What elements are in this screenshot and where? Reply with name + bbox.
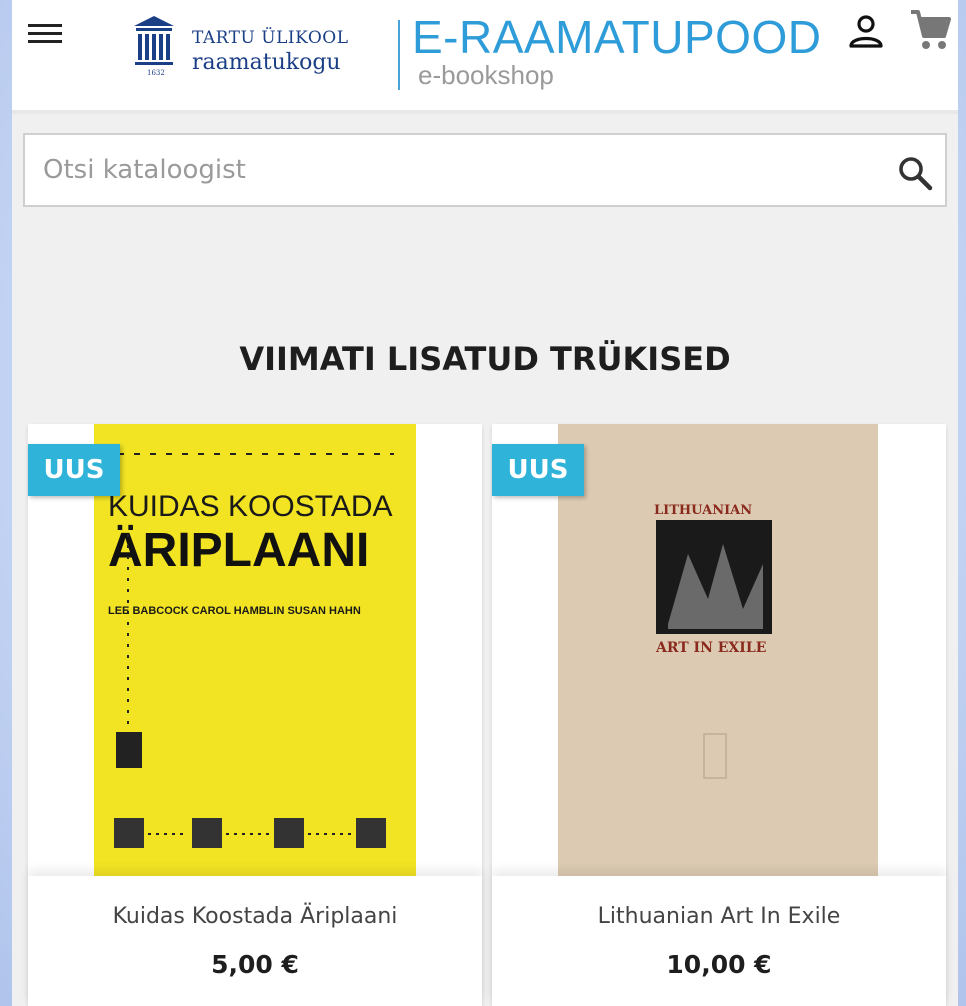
book-cover-yellow: KUIDAS KOOSTADA ÄRIPLAANI LEE BABCOCK CA… [94, 424, 416, 876]
product-cover-image[interactable]: LITHUANIAN ART IN EXILE [558, 424, 878, 876]
product-card[interactable]: LITHUANIAN ART IN EXILE UUS Lithuanian A… [492, 424, 946, 1006]
search-bar [23, 133, 947, 207]
page: 1632 TARTU ÜLIKOOL raamatukogu E-RAAMATU… [12, 0, 958, 1006]
product-price: 5,00 € [211, 950, 299, 979]
product-info: Kuidas Koostada Äriplaani 5,00 € [28, 876, 482, 1006]
search-icon[interactable] [895, 153, 935, 193]
new-badge: UUS [28, 444, 120, 496]
cart-icon[interactable] [908, 8, 952, 52]
library-building-icon: 1632 [134, 16, 174, 76]
product-name[interactable]: Kuidas Koostada Äriplaani [28, 904, 482, 929]
product-card[interactable]: KUIDAS KOOSTADA ÄRIPLAANI LEE BABCOCK CA… [28, 424, 482, 1006]
product-cover-image[interactable]: KUIDAS KOOSTADA ÄRIPLAANI LEE BABCOCK CA… [94, 424, 416, 876]
store-subtitle: e-bookshop [418, 60, 554, 90]
cover-title-line1: LITHUANIAN [654, 503, 752, 518]
cover-title-line1: KUIDAS KOOSTADA [108, 490, 393, 523]
logo-library-name: raamatukogu [192, 50, 341, 75]
user-icon[interactable] [848, 14, 884, 50]
section-title: VIIMATI LISATUD TRÜKISED [239, 340, 731, 378]
book-cover-beige: LITHUANIAN ART IN EXILE [558, 424, 878, 876]
logo-year: 1632 [147, 69, 165, 76]
product-info: Lithuanian Art In Exile 10,00 € [492, 876, 946, 1006]
hamburger-menu-icon[interactable] [28, 24, 62, 44]
store-title: E-RAAMATUPOOD [412, 11, 822, 63]
cover-authors: LEE BABCOCK CAROL HAMBLIN SUSAN HAHN [108, 605, 361, 617]
logo-divider [398, 20, 400, 90]
cover-title-line2: ÄRIPLAANI [108, 524, 369, 577]
product-name[interactable]: Lithuanian Art In Exile [492, 904, 946, 929]
logo-university-name: TARTU ÜLIKOOL [192, 28, 349, 48]
new-badge: UUS [492, 444, 584, 496]
cover-title-line2: ART IN EXILE [655, 640, 766, 656]
product-price: 10,00 € [666, 950, 772, 979]
search-input[interactable] [25, 135, 883, 205]
site-header: 1632 TARTU ÜLIKOOL raamatukogu E-RAAMATU… [12, 0, 958, 114]
